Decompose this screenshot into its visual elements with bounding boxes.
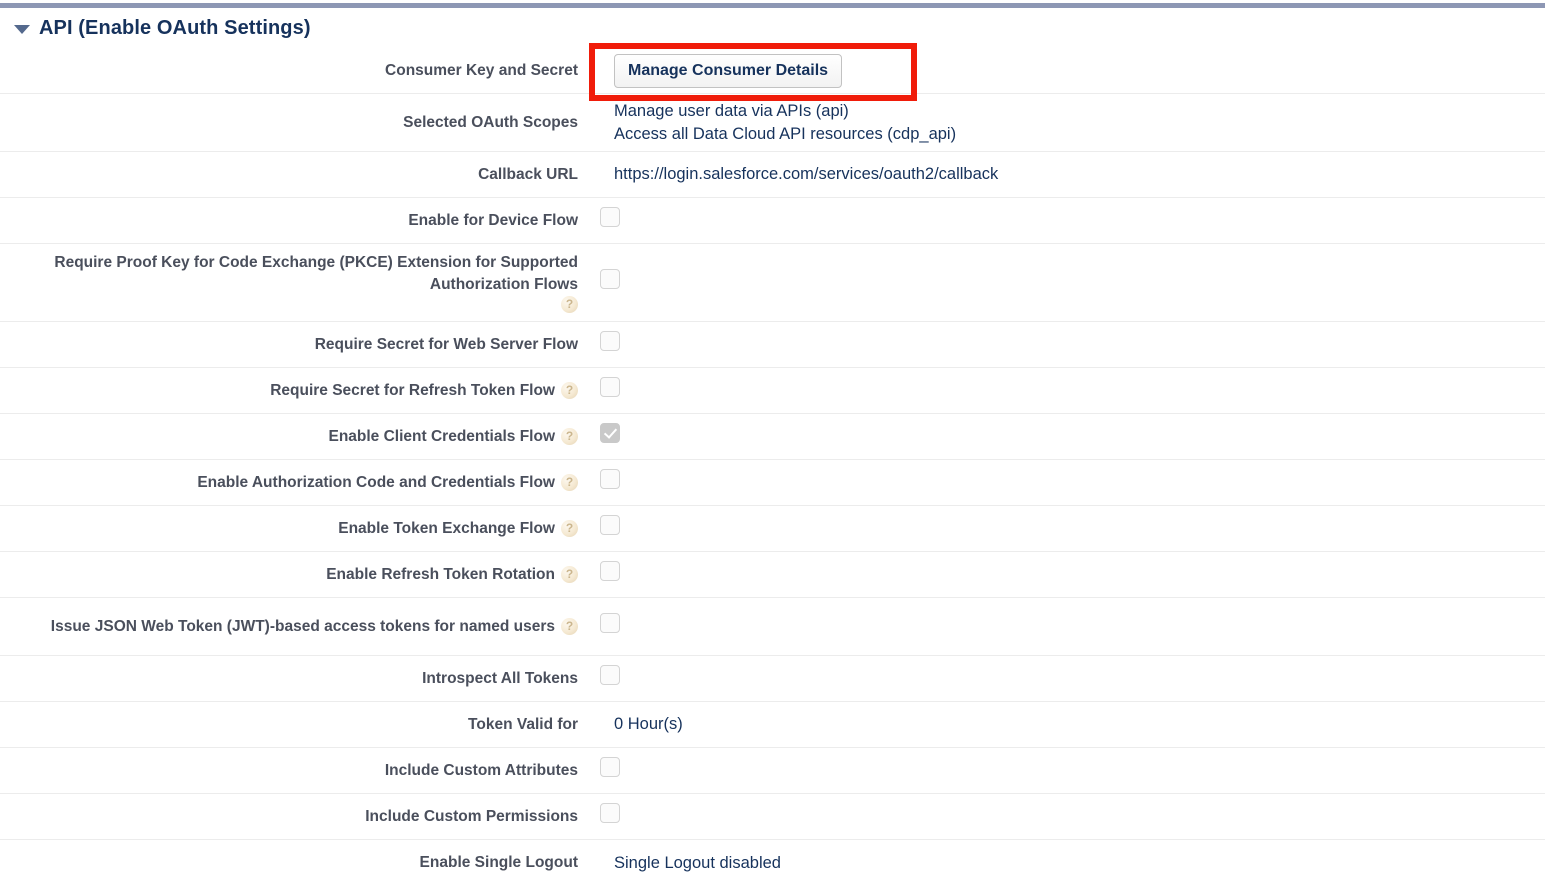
help-icon[interactable]: ? [561, 296, 578, 313]
row-enable-token-exchange-flow: Enable Token Exchange Flow ? [0, 506, 1545, 552]
label-require-secret-refresh-token-flow: Require Secret for Refresh Token Flow ? [0, 372, 578, 410]
label-callback-url: Callback URL [478, 165, 578, 183]
row-enable-client-credentials-flow: Enable Client Credentials Flow ? [0, 414, 1545, 460]
help-icon[interactable]: ? [561, 566, 578, 583]
label-require-secret-web-server-flow: Require Secret for Web Server Flow [314, 335, 578, 353]
label-consumer-key-and-secret: Consumer Key and Secret [385, 61, 578, 79]
value-enable-for-device-flow [578, 207, 1545, 234]
label-include-custom-permissions: Include Custom Permissions [365, 807, 578, 825]
checkbox-enable-authorization-code-and-credentials-flow[interactable] [600, 469, 620, 489]
label-enable-client-credentials-flow: Enable Client Credentials Flow ? [0, 418, 578, 456]
value-enable-token-exchange-flow [578, 515, 1545, 542]
row-enable-authorization-code-and-credentials-flow: Enable Authorization Code and Credential… [0, 460, 1545, 506]
label-token-valid-for: Token Valid for [468, 715, 578, 733]
checkbox-require-pkce[interactable] [600, 269, 620, 289]
row-callback-url: Callback URL https://login.salesforce.co… [0, 152, 1545, 198]
row-selected-oauth-scopes: Selected OAuth Scopes Manage user data v… [0, 94, 1545, 152]
label-enable-for-device-flow: Enable for Device Flow [408, 211, 578, 229]
checkbox-include-custom-attributes[interactable] [600, 757, 620, 777]
manage-consumer-details-button[interactable]: Manage Consumer Details [614, 53, 843, 88]
oauth-scope-item: Manage user data via APIs (api) [614, 101, 849, 120]
value-require-pkce [578, 269, 1545, 296]
checkbox-require-secret-refresh-token-flow[interactable] [600, 377, 620, 397]
row-token-valid-for: Token Valid for 0 Hour(s) [0, 702, 1545, 748]
row-require-pkce: Require Proof Key for Code Exchange (PKC… [0, 244, 1545, 322]
checkbox-enable-for-device-flow[interactable] [600, 207, 620, 227]
checkbox-introspect-all-tokens[interactable] [600, 665, 620, 685]
checkbox-enable-refresh-token-rotation[interactable] [600, 561, 620, 581]
row-issue-jwt-based-access-tokens: Issue JSON Web Token (JWT)-based access … [0, 598, 1545, 656]
value-enable-client-credentials-flow [578, 423, 1545, 450]
value-require-secret-refresh-token-flow [578, 377, 1545, 404]
top-divider-bar [0, 3, 1545, 8]
row-enable-for-device-flow: Enable for Device Flow [0, 198, 1545, 244]
row-include-custom-attributes: Include Custom Attributes [0, 748, 1545, 794]
row-enable-refresh-token-rotation: Enable Refresh Token Rotation ? [0, 552, 1545, 598]
row-enable-single-logout: Enable Single Logout Single Logout disab… [0, 840, 1545, 886]
value-callback-url: https://login.salesforce.com/services/oa… [614, 165, 999, 183]
value-issue-jwt-based-access-tokens [578, 613, 1545, 640]
oauth-scope-item: Access all Data Cloud API resources (cdp… [614, 124, 957, 143]
label-issue-jwt-based-access-tokens: Issue JSON Web Token (JWT)-based access … [0, 608, 578, 646]
label-enable-refresh-token-rotation: Enable Refresh Token Rotation ? [0, 556, 578, 594]
help-icon[interactable]: ? [561, 618, 578, 635]
value-enable-authorization-code-and-credentials-flow [578, 469, 1545, 496]
row-require-secret-web-server-flow: Require Secret for Web Server Flow [0, 322, 1545, 368]
page-title: API (Enable OAuth Settings) [39, 16, 311, 39]
section-header[interactable]: API (Enable OAuth Settings) [0, 12, 311, 44]
checkbox-enable-client-credentials-flow[interactable] [600, 423, 620, 443]
value-token-valid-for: 0 Hour(s) [614, 715, 683, 733]
checkbox-require-secret-web-server-flow[interactable] [600, 331, 620, 351]
checkbox-include-custom-permissions[interactable] [600, 803, 620, 823]
label-enable-token-exchange-flow: Enable Token Exchange Flow ? [0, 510, 578, 548]
row-require-secret-refresh-token-flow: Require Secret for Refresh Token Flow ? [0, 368, 1545, 414]
label-enable-authorization-code-and-credentials-flow: Enable Authorization Code and Credential… [0, 464, 578, 502]
value-require-secret-web-server-flow [578, 331, 1545, 358]
value-consumer-key-and-secret: Manage Consumer Details [578, 53, 1545, 88]
value-enable-refresh-token-rotation [578, 561, 1545, 588]
help-icon[interactable]: ? [561, 520, 578, 537]
label-include-custom-attributes: Include Custom Attributes [384, 761, 578, 779]
value-enable-single-logout: Single Logout disabled [614, 853, 781, 872]
row-consumer-key-and-secret: Consumer Key and Secret Manage Consumer … [0, 48, 1545, 94]
checkbox-enable-token-exchange-flow[interactable] [600, 515, 620, 535]
oauth-settings-form: Consumer Key and Secret Manage Consumer … [0, 48, 1545, 886]
value-selected-oauth-scopes: Manage user data via APIs (api) Access a… [578, 100, 1545, 146]
label-selected-oauth-scopes: Selected OAuth Scopes [403, 113, 578, 131]
value-include-custom-attributes [578, 757, 1545, 784]
caret-down-icon[interactable] [14, 24, 30, 34]
row-introspect-all-tokens: Introspect All Tokens [0, 656, 1545, 702]
help-icon[interactable]: ? [561, 428, 578, 445]
label-introspect-all-tokens: Introspect All Tokens [422, 669, 578, 687]
help-icon[interactable]: ? [561, 474, 578, 491]
help-icon[interactable]: ? [561, 382, 578, 399]
row-include-custom-permissions: Include Custom Permissions [0, 794, 1545, 840]
label-require-pkce: Require Proof Key for Code Exchange (PKC… [54, 254, 578, 313]
checkbox-issue-jwt-based-access-tokens[interactable] [600, 613, 620, 633]
value-introspect-all-tokens [578, 665, 1545, 692]
value-include-custom-permissions [578, 803, 1545, 830]
